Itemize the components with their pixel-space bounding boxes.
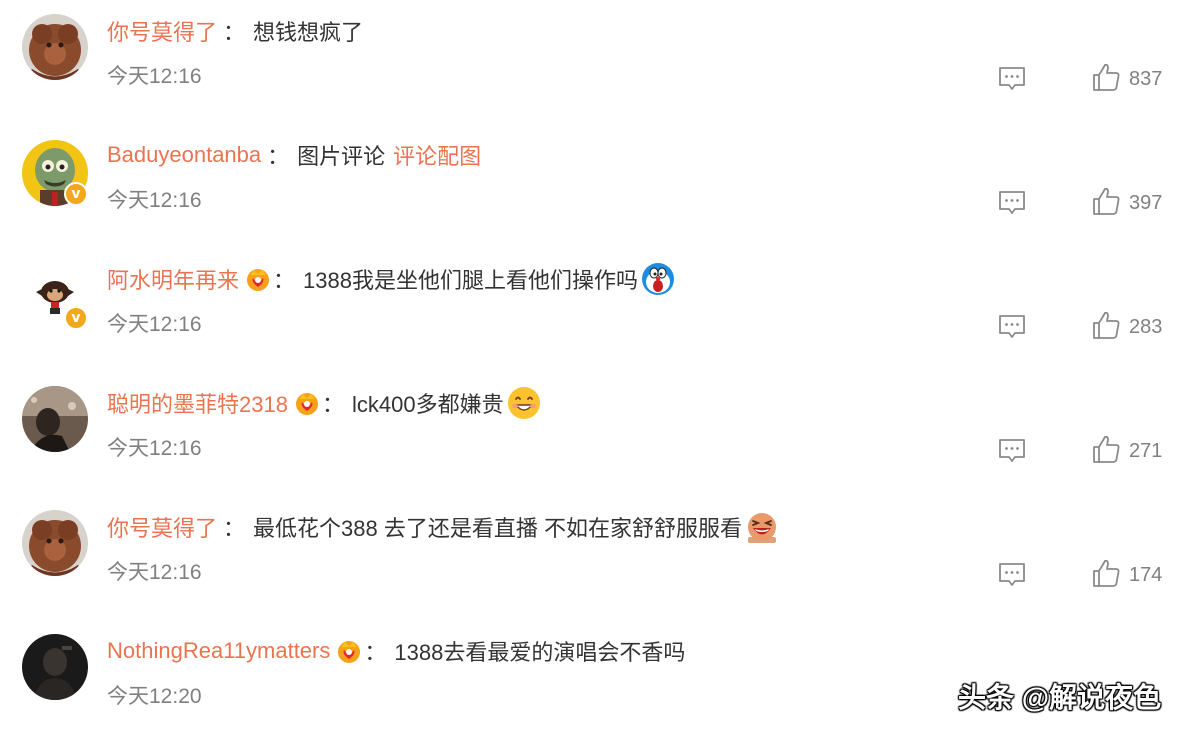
comment-text: 想钱想疯了 bbox=[253, 20, 364, 45]
like-count: 174 bbox=[1129, 564, 1163, 586]
thumbs-up-icon[interactable] bbox=[1092, 310, 1120, 340]
crown-badge-icon[interactable] bbox=[245, 266, 271, 292]
comment-time: 今天12:16 bbox=[107, 437, 202, 460]
watermark-text: 头条 @解说夜色 bbox=[958, 682, 1162, 713]
like-count: 837 bbox=[1129, 68, 1163, 90]
comment-item: 你号莫得了 ： 想钱想疯了 今天12:16 837 bbox=[0, 0, 1200, 124]
like-count: 283 bbox=[1129, 316, 1163, 338]
separator: ： bbox=[321, 392, 344, 417]
comment-line: 聪明的墨菲特2318 ： lck400多都嫌贵 bbox=[107, 386, 542, 420]
user-avatar[interactable] bbox=[22, 386, 88, 452]
laughing-face-emoji-icon bbox=[744, 509, 780, 545]
comment-item: v Baduyeontanba ： 图片评论 评论配图 今天12:16 397 bbox=[0, 124, 1200, 248]
username-link[interactable]: 聪明的墨菲特2318 bbox=[107, 387, 288, 419]
doraemon-emoji-icon bbox=[640, 261, 676, 297]
comment-icon[interactable] bbox=[997, 312, 1027, 342]
comment-time: 今天12:16 bbox=[107, 313, 202, 336]
comment-item: v 阿水明年再来 ： 1388我是坐他们腿上看他们操作吗 今天12:16 283 bbox=[0, 248, 1200, 372]
comment-item: 你号莫得了 ： 最低花个388 去了还是看直播 不如在家舒舒服服看 今天12:1… bbox=[0, 496, 1200, 620]
username-link[interactable]: NothingRea11ymatters bbox=[107, 638, 330, 664]
separator: ： bbox=[364, 640, 387, 665]
comment-icon[interactable] bbox=[997, 64, 1027, 94]
username-link[interactable]: 阿水明年再来 bbox=[107, 263, 239, 295]
comment-text: 1388我是坐他们腿上看他们操作吗 bbox=[303, 268, 638, 293]
comment-icon[interactable] bbox=[997, 436, 1027, 466]
image-comment-link[interactable]: 评论配图 bbox=[393, 139, 481, 171]
separator: ： bbox=[223, 20, 246, 45]
user-avatar[interactable] bbox=[22, 510, 88, 576]
username-link[interactable]: 你号莫得了 bbox=[107, 15, 217, 47]
separator: ： bbox=[223, 516, 246, 541]
crown-badge-icon[interactable] bbox=[336, 638, 362, 664]
comment-time: 今天12:16 bbox=[107, 561, 202, 584]
verified-v-icon: v bbox=[64, 182, 88, 206]
thumbs-up-icon[interactable] bbox=[1092, 62, 1120, 92]
comment-line: Baduyeontanba ： 图片评论 评论配图 bbox=[107, 138, 481, 172]
user-avatar[interactable] bbox=[22, 14, 88, 80]
comment-icon[interactable] bbox=[997, 188, 1027, 218]
verified-v-icon: v bbox=[64, 306, 88, 330]
comment-line: 你号莫得了 ： 想钱想疯了 bbox=[107, 14, 363, 48]
comment-line: NothingRea11ymatters ： 1388去看最爱的演唱会不香吗 bbox=[107, 634, 685, 668]
comment-time: 今天12:16 bbox=[107, 189, 202, 212]
comment-text: lck400多都嫌贵 bbox=[351, 392, 504, 417]
thumbs-up-icon[interactable] bbox=[1092, 558, 1120, 588]
comment-line: 你号莫得了 ： 最低花个388 去了还是看直播 不如在家舒舒服服看 bbox=[107, 510, 780, 544]
like-count: 271 bbox=[1129, 440, 1163, 462]
crown-badge-icon[interactable] bbox=[294, 390, 320, 416]
comment-text: 最低花个388 去了还是看直播 不如在家舒舒服服看 bbox=[253, 516, 742, 541]
grinning-face-emoji-icon bbox=[506, 385, 542, 421]
comment-time: 今天12:16 bbox=[107, 65, 202, 88]
comment-text: 图片评论 bbox=[297, 144, 386, 169]
thumbs-up-icon[interactable] bbox=[1092, 186, 1120, 216]
like-count: 397 bbox=[1129, 192, 1163, 214]
separator: ： bbox=[267, 144, 290, 169]
separator: ： bbox=[273, 268, 296, 293]
comment-time: 今天12:20 bbox=[107, 685, 202, 708]
comment-icon[interactable] bbox=[997, 560, 1027, 590]
comment-line: 阿水明年再来 ： 1388我是坐他们腿上看他们操作吗 bbox=[107, 262, 676, 296]
comment-item: 聪明的墨菲特2318 ： lck400多都嫌贵 今天12:16 271 bbox=[0, 372, 1200, 496]
username-link[interactable]: 你号莫得了 bbox=[107, 511, 217, 543]
thumbs-up-icon[interactable] bbox=[1092, 434, 1120, 464]
comment-text: 1388去看最爱的演唱会不香吗 bbox=[394, 640, 686, 665]
user-avatar[interactable] bbox=[22, 634, 88, 700]
username-link[interactable]: Baduyeontanba bbox=[107, 142, 261, 168]
